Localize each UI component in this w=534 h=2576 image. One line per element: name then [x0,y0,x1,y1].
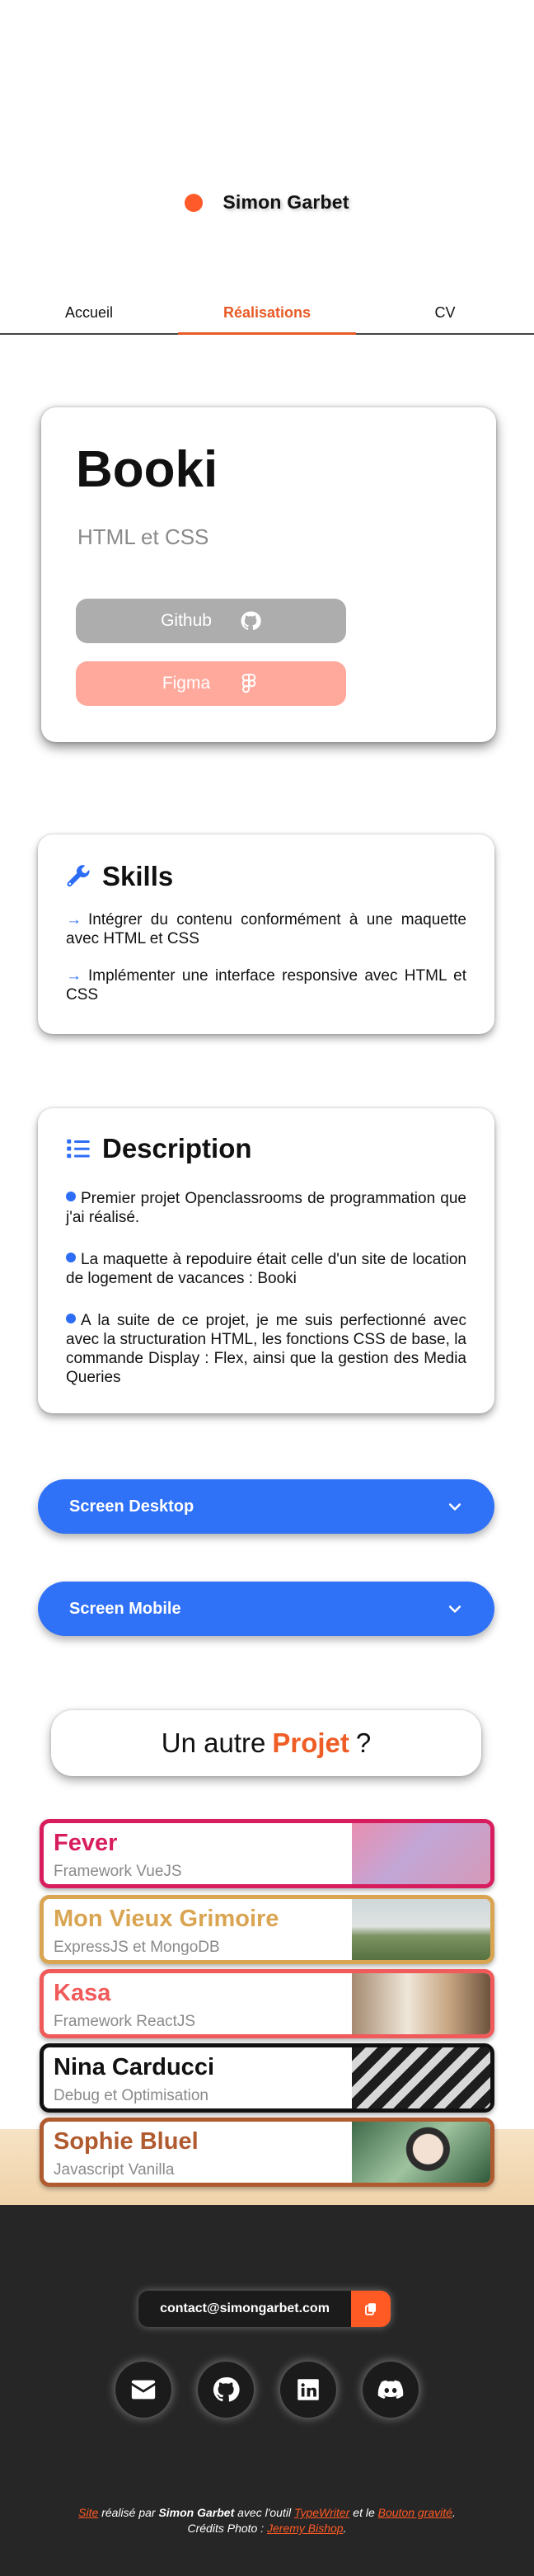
skills-heading: Skills [66,861,173,892]
envelope-icon [131,2380,156,2400]
credits-text: et le [353,2506,375,2519]
brand: Simon Garbet [0,191,534,214]
screen-desktop-accordion[interactable]: Screen Desktop [38,1479,494,1534]
credits-line-2: Crédits Photo : Jeremy Bishop. [187,2522,347,2535]
brand-dot-icon [185,193,204,212]
other-projects-heading: Un autre Projet ? [51,1710,481,1776]
figma-button[interactable]: Figma [76,661,346,706]
main-nav: Accueil Réalisations CV [0,292,534,335]
bullet-icon [66,1253,76,1262]
project-thumbnail [352,1973,490,2034]
other-accent: Projet [272,1728,349,1758]
description-heading: Description [66,1133,252,1164]
description-title: Description [102,1133,252,1163]
social-links [0,2362,534,2418]
skill-item: → Intégrer du contenu conformément à une … [66,910,466,948]
skill-item: → Implémenter une interface responsive av… [66,966,466,1004]
bullet-icon [66,1192,76,1201]
project-name: Kasa [54,1980,111,2006]
nav-item-realisations[interactable]: Réalisations [178,292,356,335]
credits-line-1: Site réalisé par Simon Garbet avec l'out… [78,2506,456,2519]
project-name: Nina Carducci [54,2054,214,2080]
project-thumbnail [352,1899,490,1960]
chevron-down-icon [448,1503,461,1511]
github-link[interactable] [198,2362,254,2418]
project-name: Mon Vieux Grimoire [54,1906,279,1932]
wrench-icon [67,865,90,887]
gravity-button-link[interactable]: Bouton gravité [378,2506,452,2519]
github-button-label: Github [161,611,212,630]
skill-text: Implémenter une interface responsive ave… [66,967,466,1004]
description-item: Premier projet Openclassrooms de program… [66,1189,466,1227]
copy-email-button[interactable] [351,2291,391,2327]
chevron-down-icon [448,1605,461,1613]
arrow-right-icon: → [66,911,82,928]
figma-icon [241,674,256,693]
project-link-sophie-bluel[interactable]: Sophie Bluel Javascript Vanilla [40,2118,494,2187]
credits-text: avec l'outil [237,2506,292,2519]
linkedin-link[interactable] [280,2362,336,2418]
project-tech: Javascript Vanilla [54,2161,175,2179]
list-icon [67,1139,90,1159]
email-link[interactable] [115,2362,171,2418]
credits-text: réalisé par [101,2506,156,2519]
description-card: Description Premier projet Openclassroom… [38,1108,494,1413]
description-item: A la suite de ce projet, je me suis perf… [66,1311,466,1387]
site-owner-name: Simon Garbet [222,191,349,213]
description-text: La maquette à repoduire était celle d'un… [66,1251,466,1287]
skills-title: Skills [102,861,174,891]
project-tech: Debug et Optimisation [54,2087,208,2104]
contact-email[interactable]: contact@simongarbet.com [138,2301,351,2316]
figma-button-label: Figma [162,674,211,693]
typewriter-link[interactable]: TypeWriter [294,2506,349,2519]
project-link-mon-vieux-grimoire[interactable]: Mon Vieux Grimoire ExpressJS et MongoDB [40,1895,494,1964]
skill-text: Intégrer du contenu conformément à une m… [66,911,466,947]
project-tech: Framework VueJS [54,1863,182,1880]
description-text: A la suite de ce projet, je me suis perf… [66,1312,466,1386]
project-thumbnail [352,2122,490,2183]
project-title: Booki [76,441,218,498]
project-tech: Framework ReactJS [54,2013,196,2030]
bullet-icon [66,1314,76,1323]
nav-item-cv[interactable]: CV [356,292,534,333]
project-name: Fever [54,1830,118,1856]
other-prefix: Un autre [161,1728,266,1758]
project-subtitle: HTML et CSS [77,524,209,549]
contact-email-box: contact@simongarbet.com [138,2291,391,2327]
project-name: Sophie Bluel [54,2128,199,2155]
site-link[interactable]: Site [78,2506,98,2519]
github-icon [213,2377,240,2402]
project-link-nina-carducci[interactable]: Nina Carducci Debug et Optimisation [40,2043,494,2113]
nav-item-accueil[interactable]: Accueil [0,292,178,333]
description-item: La maquette à repoduire était celle d'un… [66,1250,466,1288]
description-text: Premier projet Openclassrooms de program… [66,1190,466,1226]
github-button[interactable]: Github [76,599,346,643]
credits-text: Crédits Photo : [187,2522,265,2535]
other-suffix: ? [355,1728,372,1758]
linkedin-icon [297,2379,319,2400]
project-link-fever[interactable]: Fever Framework VueJS [40,1819,494,1888]
footer: contact@simongarbet.com Site réalisé par… [0,2205,534,2576]
skills-card: Skills → Intégrer du contenu conformément… [38,834,494,1034]
accordion-label: Screen Mobile [69,1599,181,1618]
screen-mobile-accordion[interactable]: Screen Mobile [38,1582,494,1636]
copy-icon [365,2303,376,2315]
discord-icon [377,2380,404,2400]
project-thumbnail [352,2047,490,2108]
github-icon [241,611,261,631]
accordion-label: Screen Desktop [69,1497,194,1516]
photographer-link[interactable]: Jeremy Bishop [267,2522,344,2535]
project-link-kasa[interactable]: Kasa Framework ReactJS [40,1969,494,2038]
discord-link[interactable] [363,2362,419,2418]
credits-author: Simon Garbet [158,2506,235,2519]
project-card: Booki HTML et CSS Github Figma [41,407,496,742]
project-thumbnail [352,1823,490,1884]
credits: Site réalisé par Simon Garbet avec l'out… [0,2505,534,2536]
project-tech: ExpressJS et MongoDB [54,1939,220,1956]
arrow-right-icon: → [66,967,82,985]
